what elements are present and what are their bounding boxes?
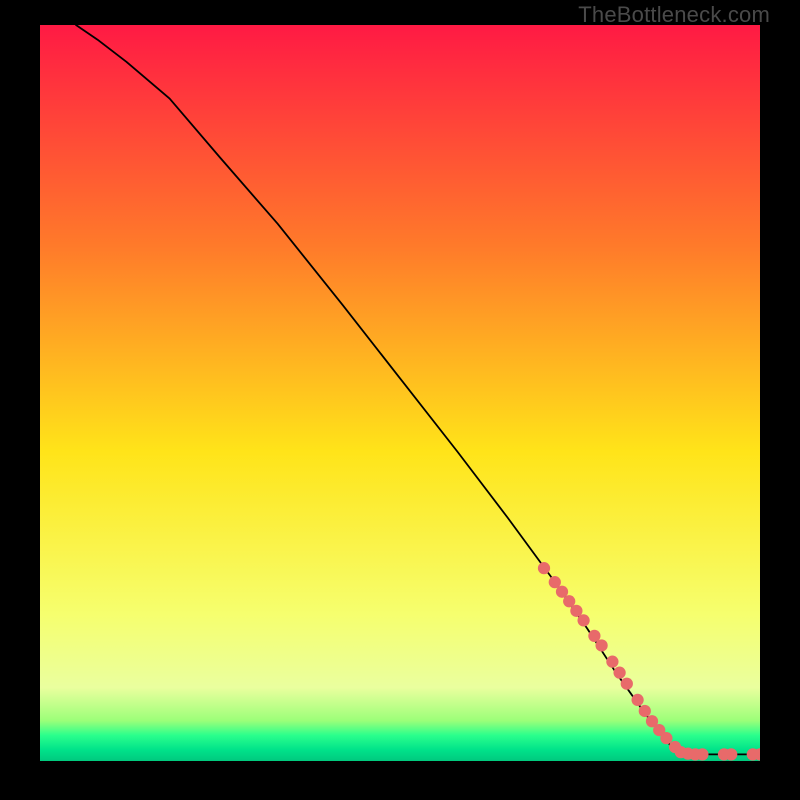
data-marker (577, 614, 589, 626)
data-marker (595, 639, 607, 651)
plot-area (40, 25, 760, 761)
data-marker (660, 732, 672, 744)
chart-svg (40, 25, 760, 761)
data-marker (639, 705, 651, 717)
data-marker (606, 656, 618, 668)
chart-frame: TheBottleneck.com (0, 0, 800, 800)
data-marker (696, 748, 708, 760)
data-marker (621, 678, 633, 690)
data-marker (613, 667, 625, 679)
data-marker (725, 748, 737, 760)
data-marker (631, 694, 643, 706)
data-marker (538, 562, 550, 574)
